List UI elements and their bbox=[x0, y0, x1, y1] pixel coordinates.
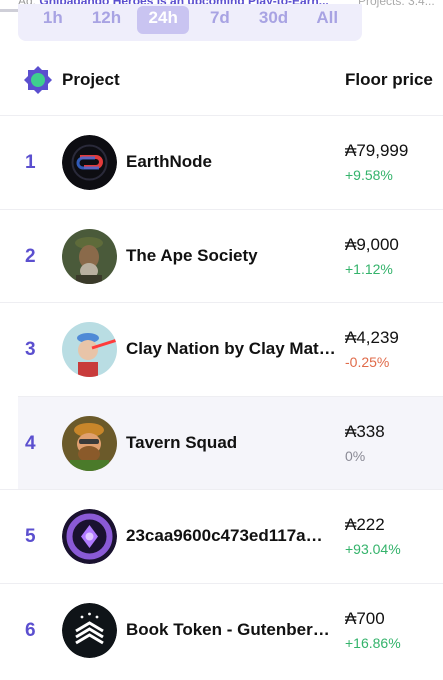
tab-7d[interactable]: 7d bbox=[193, 6, 247, 34]
table-row[interactable]: 2 The Ape Society ₳9,000 +1.12% bbox=[0, 208, 443, 303]
floor-price-column-header[interactable]: Floor price bbox=[345, 70, 433, 90]
rank-number: 4 bbox=[25, 432, 36, 454]
price-change: +93.04% bbox=[345, 541, 401, 557]
time-range-tabs: 1h 12h 24h 7d 30d All bbox=[18, 4, 362, 41]
project-name[interactable]: 23caa9600c473ed117a… bbox=[126, 526, 336, 546]
floor-price: ₳338 bbox=[345, 421, 385, 441]
purple-family-badge-icon bbox=[62, 509, 117, 564]
table-header: Project Floor price bbox=[0, 60, 443, 104]
table-row[interactable]: 1 EarthNode ₳79,999 +9.58% bbox=[0, 115, 443, 209]
ape-avatar-icon bbox=[62, 228, 117, 284]
rank-number: 2 bbox=[25, 245, 36, 267]
table-row[interactable]: 5 23caa9600c473ed117a… ₳222 +93.04% bbox=[0, 489, 443, 583]
price-change: 0% bbox=[345, 447, 366, 464]
floor-price: ₳700 bbox=[345, 608, 385, 628]
rank-number: 5 bbox=[25, 526, 36, 547]
tab-24h[interactable]: 24h bbox=[137, 6, 190, 34]
price-change: +9.58% bbox=[345, 167, 393, 183]
table-row[interactable]: 3 Clay Nation by Clay Mat… ₳4,239 -0.25% bbox=[0, 302, 443, 396]
project-name[interactable]: EarthNode bbox=[126, 152, 336, 172]
floor-price: ₳4,239 bbox=[345, 328, 399, 347]
rank-number: 6 bbox=[25, 619, 36, 641]
earthnode-logo-icon bbox=[62, 135, 117, 190]
project-name[interactable]: Clay Nation by Clay Mat… bbox=[126, 339, 336, 359]
project-name[interactable]: Book Token - Gutenber… bbox=[126, 620, 336, 640]
tab-all[interactable]: All bbox=[300, 6, 354, 34]
price-change: +1.12% bbox=[345, 260, 393, 277]
floor-price: ₳79,999 bbox=[345, 141, 409, 160]
tab-1h[interactable]: 1h bbox=[26, 6, 80, 34]
clay-character-icon bbox=[62, 322, 117, 377]
project-name[interactable]: The Ape Society bbox=[126, 246, 336, 266]
project-name[interactable]: Tavern Squad bbox=[126, 433, 336, 453]
tab-12h[interactable]: 12h bbox=[80, 6, 134, 34]
rank-number: 3 bbox=[25, 339, 36, 360]
price-change: -0.25% bbox=[345, 354, 390, 370]
price-change: +16.86% bbox=[345, 634, 401, 651]
project-list: 1 EarthNode ₳79,999 +9.58% 2 The Ape Soc… bbox=[0, 115, 443, 676]
projects-count: Projects: 3.4... bbox=[358, 0, 435, 8]
floor-price: ₳9,000 bbox=[345, 234, 399, 254]
tavern-character-icon bbox=[62, 415, 117, 471]
project-badge-icon bbox=[24, 66, 52, 94]
rank-number: 1 bbox=[25, 152, 36, 173]
floor-price: ₳222 bbox=[345, 515, 385, 534]
table-row[interactable]: 6 Book Token - Gutenber… ₳700 +16.86% bbox=[0, 582, 443, 677]
tab-30d[interactable]: 30d bbox=[247, 6, 301, 34]
table-row[interactable]: 4 Tavern Squad ₳338 0% bbox=[18, 395, 443, 489]
book-token-logo-icon bbox=[62, 602, 117, 658]
project-column-header[interactable]: Project bbox=[62, 70, 120, 90]
